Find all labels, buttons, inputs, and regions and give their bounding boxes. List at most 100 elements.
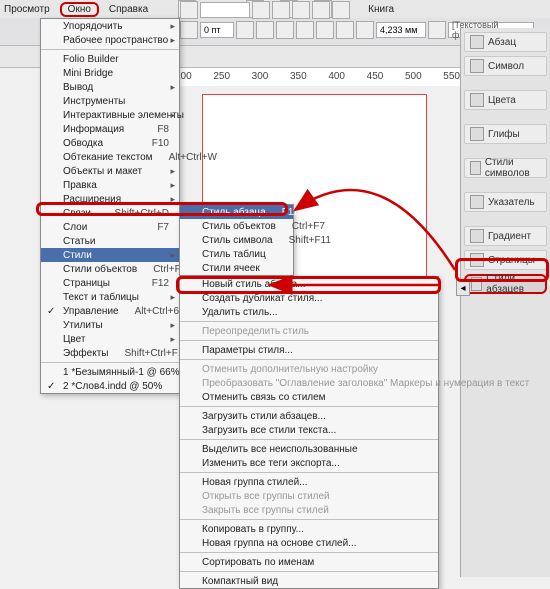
tb-icon[interactable]: [236, 21, 254, 39]
styles-submenu-item[interactable]: Стили ячеек: [180, 261, 293, 275]
window-menu-item[interactable]: СвязиShift+Ctrl+D: [41, 206, 179, 220]
panel-menu-item[interactable]: Параметры стиля...: [180, 343, 438, 357]
window-menu-item[interactable]: Mini Bridge: [41, 66, 179, 80]
window-menu-item[interactable]: Цвет: [41, 332, 179, 346]
window-menu-item[interactable]: СтраницыF12: [41, 276, 179, 290]
panel-menu-item[interactable]: Удалить стиль...: [180, 305, 438, 319]
panel-tab-swatch[interactable]: Цвета: [464, 90, 547, 110]
window-menu-item[interactable]: Стили: [41, 248, 179, 262]
para-align-icon[interactable]: [180, 21, 198, 39]
window-menu-item[interactable]: 1 *Безымянный-1 @ 66%: [41, 365, 179, 379]
panel-menu-item[interactable]: Выделить все неиспользованные: [180, 442, 438, 456]
menu-separator: [180, 340, 438, 341]
menu-separator: [180, 571, 438, 572]
window-menu-item[interactable]: Рабочее пространство: [41, 33, 179, 47]
size-field-1[interactable]: 0 пт: [200, 22, 234, 38]
menu-view[interactable]: Просмотр: [4, 4, 50, 15]
tb-icon[interactable]: [428, 21, 446, 39]
panel-menu-item[interactable]: Отменить связь со стилем: [180, 390, 438, 404]
window-menu-item[interactable]: ОбводкаF10: [41, 136, 179, 150]
panel-menu-item[interactable]: Компактный вид: [180, 574, 438, 588]
tb2-icon[interactable]: [332, 1, 350, 19]
panel-menu-item[interactable]: Загрузить стили абзацев...: [180, 409, 438, 423]
menu-separator: [180, 359, 438, 360]
styles-submenu-item[interactable]: Стиль таблиц: [180, 247, 293, 261]
tb2-icon[interactable]: [272, 1, 290, 19]
window-menu-item[interactable]: Вывод: [41, 80, 179, 94]
panel-menu-item[interactable]: Переопределить стиль: [180, 324, 438, 338]
panel-menu-item[interactable]: Новая группа стилей...: [180, 475, 438, 489]
window-menu-item[interactable]: Утилиты: [41, 318, 179, 332]
menu-item-label: Загрузить все стили текста...: [202, 425, 336, 436]
window-menu-item[interactable]: Инструменты: [41, 94, 179, 108]
menu-item-label: Новая группа на основе стилей...: [202, 538, 357, 549]
panel-tab-grad[interactable]: Градиент: [464, 226, 547, 246]
window-menu-item[interactable]: Расширения: [41, 192, 179, 206]
tb-icon[interactable]: [316, 21, 334, 39]
window-menu-item[interactable]: Стили объектовCtrl+F7: [41, 262, 179, 276]
ruler-tick: 350: [290, 71, 307, 82]
window-menu-item[interactable]: Объекты и макет: [41, 164, 179, 178]
panel-menu-item[interactable]: Преобразовать "Оглавление заголовка" Мар…: [180, 376, 438, 390]
styles-submenu-item[interactable]: Стиль символаShift+F11: [180, 233, 293, 247]
size-field-2[interactable]: 4,233 мм: [376, 22, 426, 38]
window-menu-item[interactable]: СлоиF7: [41, 220, 179, 234]
panel-menu-item[interactable]: Новый стиль абзаца...: [180, 277, 438, 291]
menu-help[interactable]: Справка: [109, 4, 148, 15]
tb2-icon[interactable]: [292, 1, 310, 19]
panel-flyout-icon[interactable]: ◂: [456, 280, 470, 296]
tb-icon[interactable]: [336, 21, 354, 39]
panel-tab-index[interactable]: Указатель: [464, 192, 547, 212]
window-menu-item[interactable]: ИнформацияF8: [41, 122, 179, 136]
tb-icon[interactable]: [356, 21, 374, 39]
menu-item-label: Вывод: [63, 82, 93, 93]
menu-item-label: Страницы: [63, 278, 110, 289]
panel-menu-item[interactable]: Изменить все теги экспорта...: [180, 456, 438, 470]
menu-item-label: 2 *Слов4.indd @ 50%: [63, 381, 162, 392]
tb-icon[interactable]: [256, 21, 274, 39]
panel-menu-item[interactable]: Отменить дополнительную настройку: [180, 362, 438, 376]
window-menu-item[interactable]: Интерактивные элементы: [41, 108, 179, 122]
panel-menu-item[interactable]: Закрыть все группы стилей: [180, 503, 438, 517]
window-menu-item[interactable]: Folio Builder: [41, 52, 179, 66]
tb-icon[interactable]: [296, 21, 314, 39]
menu-item-label: Новый стиль абзаца...: [202, 279, 305, 290]
menu-window[interactable]: Окно: [60, 2, 99, 17]
panel-menu-item[interactable]: Копировать в группу...: [180, 522, 438, 536]
window-menu-item[interactable]: Упорядочить: [41, 19, 179, 33]
panel-tab-label: Указатель: [488, 197, 535, 208]
window-menu-item[interactable]: ЭффектыShift+Ctrl+F10: [41, 346, 179, 360]
panel-tab-pages[interactable]: Страницы: [464, 250, 547, 270]
panel-tab-glyph[interactable]: Глифы: [464, 124, 547, 144]
window-menu-item[interactable]: ✓2 *Слов4.indd @ 50%: [41, 379, 179, 393]
tb2-icon[interactable]: [180, 1, 198, 19]
menu-item-label: Слои: [63, 222, 87, 233]
tb-icon[interactable]: [276, 21, 294, 39]
panel-menu-item[interactable]: Загрузить все стили текста...: [180, 423, 438, 437]
tb2-field[interactable]: [200, 2, 250, 18]
tb2-icon[interactable]: [312, 1, 330, 19]
panel-tab-cstyle[interactable]: Стили символов: [464, 158, 547, 178]
panel-menu-item[interactable]: Создать дубликат стиля...: [180, 291, 438, 305]
window-menu-item[interactable]: Статьи: [41, 234, 179, 248]
swatch-icon: [470, 93, 484, 107]
window-menu-item[interactable]: Текст и таблицы: [41, 290, 179, 304]
horizontal-ruler: 200250300350400450500550: [175, 68, 460, 86]
menu-separator: [180, 519, 438, 520]
menu-item-label: Изменить все теги экспорта...: [202, 458, 340, 469]
styles-submenu-item[interactable]: Стиль объектовCtrl+F7: [180, 219, 293, 233]
window-menu-item[interactable]: Правка: [41, 178, 179, 192]
workspace-book[interactable]: Книга: [368, 4, 394, 15]
panel-tab-char[interactable]: Символ: [464, 56, 547, 76]
panel-tab-pstyle[interactable]: Стили абзацев: [464, 274, 547, 294]
window-menu-item[interactable]: ✓УправлениеAlt+Ctrl+6: [41, 304, 179, 318]
panel-tab-paragraph[interactable]: Абзац: [464, 32, 547, 52]
tb2-icon[interactable]: [252, 1, 270, 19]
menu-separator: [180, 406, 438, 407]
panel-menu-item[interactable]: Сортировать по именам: [180, 555, 438, 569]
styles-submenu-item[interactable]: Стиль абзацаF11: [180, 205, 293, 219]
panel-menu-item[interactable]: Новая группа на основе стилей...: [180, 536, 438, 550]
panel-menu-item[interactable]: Открыть все группы стилей: [180, 489, 438, 503]
window-menu-item[interactable]: Обтекание текстомAlt+Ctrl+W: [41, 150, 179, 164]
menu-item-label: 1 *Безымянный-1 @ 66%: [63, 367, 180, 378]
